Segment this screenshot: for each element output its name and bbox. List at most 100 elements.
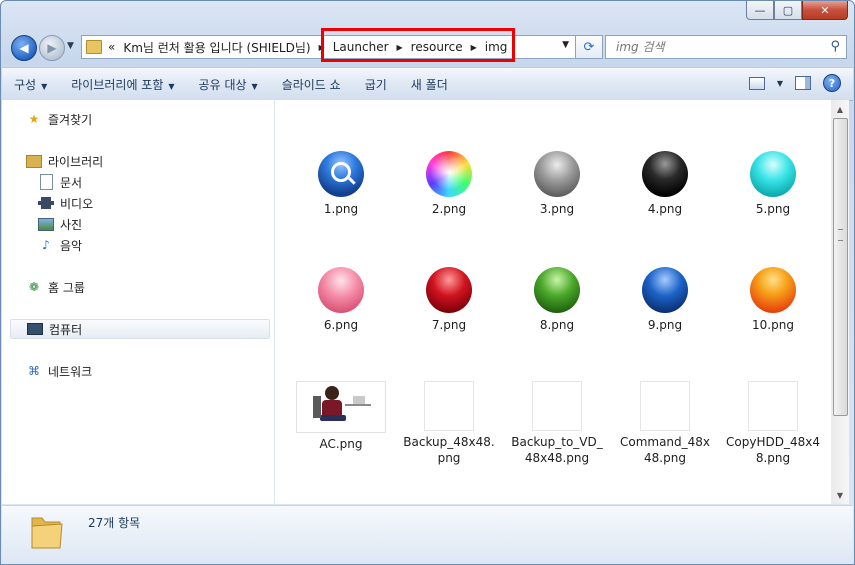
file-item[interactable]: 4.png: [617, 151, 713, 217]
file-item[interactable]: CopyHDD_48x48.png: [725, 382, 821, 466]
nav-label: 비디오: [60, 196, 94, 211]
breadcrumb-item-root[interactable]: Km님 런처 활용 입니다 (SHIELD님): [123, 39, 310, 56]
nav-item-computer[interactable]: 컴퓨터: [10, 319, 270, 339]
file-item[interactable]: AC.png: [293, 382, 389, 452]
new-folder-button[interactable]: 새 폴더: [399, 76, 460, 93]
burn-button[interactable]: 굽기: [353, 76, 399, 93]
scroll-down-icon[interactable]: ▼: [831, 488, 849, 502]
forward-button[interactable]: ▶: [39, 35, 65, 61]
nav-item-music[interactable]: ♪ 음악: [38, 235, 82, 255]
nav-item-documents[interactable]: 문서: [38, 172, 82, 192]
nav-label: 홈 그룹: [48, 280, 85, 295]
explorer-window: — ▢ ✕ ◀ ▶ ▼ « Km님 런처 활용 입니다 (SHIELD님) ▶ …: [0, 0, 855, 565]
share-with-menu[interactable]: 공유 대상 ▼: [187, 76, 270, 93]
slideshow-button[interactable]: 슬라이드 쇼: [270, 76, 353, 93]
nav-item-videos[interactable]: 비디오: [38, 193, 93, 213]
refresh-icon: ⟳: [583, 39, 595, 55]
scroll-thumb[interactable]: [833, 118, 848, 416]
file-item[interactable]: 8.png: [509, 267, 605, 333]
close-button[interactable]: ✕: [802, 1, 848, 20]
nav-label: 컴퓨터: [49, 322, 83, 337]
file-list: 1.png 2.png 3.png 4.png 5.png 6.png 7.pn…: [275, 100, 831, 504]
black-orb-icon: [642, 151, 688, 197]
breadcrumb-overflow[interactable]: «: [108, 40, 115, 54]
organize-menu[interactable]: 구성 ▼: [2, 76, 59, 93]
nav-item-favorites[interactable]: ★ 즐겨찾기: [26, 109, 93, 129]
arrow-right-icon: ▶: [47, 41, 57, 55]
search-input[interactable]: [614, 36, 818, 58]
cyan-orb-icon: [750, 151, 796, 197]
scroll-up-icon[interactable]: ▲: [831, 102, 849, 116]
organize-label: 구성: [14, 77, 37, 92]
magnifier-orb-icon: [318, 151, 364, 197]
file-item[interactable]: 1.png: [293, 151, 389, 217]
file-item[interactable]: 5.png: [725, 151, 821, 217]
change-view-icon[interactable]: [748, 76, 765, 90]
recent-pages-dropdown[interactable]: ▼: [67, 41, 74, 51]
file-name: 1.png: [323, 202, 359, 216]
minimize-button[interactable]: —: [746, 1, 774, 20]
picture-icon: [38, 216, 54, 232]
file-name: 6.png: [323, 318, 359, 332]
chevron-down-icon: ▼: [168, 81, 175, 91]
chevron-down-icon[interactable]: ▼: [777, 79, 783, 88]
file-item[interactable]: 2.png: [401, 151, 497, 217]
nav-label: 사진: [60, 217, 83, 232]
nav-item-libraries[interactable]: 라이브러리: [26, 151, 103, 171]
blank-thumbnail: [425, 382, 473, 430]
navigation-pane: ★ 즐겨찾기 라이브러리 문서 비디오 사진 ♪ 음악 ❁ 홈 그룹 컴퓨터 ⌘…: [2, 100, 275, 504]
details-pane: 27개 항목: [2, 505, 853, 564]
share-with-label: 공유 대상: [198, 77, 247, 92]
preview-pane-icon[interactable]: [795, 76, 811, 90]
file-name: 2.png: [431, 202, 467, 216]
rainbow-orb-icon: [426, 151, 472, 197]
document-icon: [38, 174, 54, 190]
blue-orb-icon: [642, 267, 688, 313]
search-icon[interactable]: ⚲: [830, 39, 840, 54]
nav-label: 문서: [60, 175, 83, 190]
file-item[interactable]: Backup_48x48.png: [401, 382, 497, 466]
pink-orb-icon: [318, 267, 364, 313]
file-name: AC.png: [319, 437, 363, 451]
include-in-library-menu[interactable]: 라이브러리에 포함 ▼: [59, 76, 186, 93]
nav-item-network[interactable]: ⌘ 네트워크: [26, 361, 92, 381]
chevron-down-icon: ▼: [251, 81, 258, 91]
network-icon: ⌘: [28, 364, 40, 378]
green-orb-icon: [534, 267, 580, 313]
file-name: 10.png: [752, 318, 794, 332]
file-item[interactable]: Command_48x48.png: [617, 382, 713, 466]
search-box[interactable]: ⚲: [605, 35, 847, 59]
arrow-left-icon: ◀: [19, 41, 29, 55]
file-item[interactable]: 10.png: [725, 267, 821, 333]
music-note-icon: ♪: [42, 238, 50, 252]
file-name: 8.png: [539, 318, 575, 332]
chevron-down-icon[interactable]: ▼: [562, 40, 569, 50]
gray-orb-icon: [534, 151, 580, 197]
file-item[interactable]: 3.png: [509, 151, 605, 217]
help-icon[interactable]: ?: [823, 74, 841, 92]
file-item[interactable]: 9.png: [617, 267, 713, 333]
photo-thumbnail: [297, 382, 385, 432]
refresh-button[interactable]: ⟳: [575, 35, 603, 59]
blank-thumbnail: [749, 382, 797, 430]
star-icon: ★: [28, 112, 40, 126]
chevron-down-icon: ▼: [41, 81, 48, 91]
maximize-button[interactable]: ▢: [774, 1, 802, 20]
nav-item-pictures[interactable]: 사진: [38, 214, 82, 234]
nav-item-homegroup[interactable]: ❁ 홈 그룹: [26, 277, 85, 297]
file-item[interactable]: 6.png: [293, 267, 389, 333]
back-button[interactable]: ◀: [11, 35, 37, 61]
nav-label: 네트워크: [48, 364, 93, 379]
file-item[interactable]: Backup_to_VD_48x48.png: [509, 382, 605, 466]
folder-icon: [86, 40, 102, 54]
library-icon: [26, 153, 42, 169]
red-orb-icon: [426, 267, 472, 313]
file-item[interactable]: 7.png: [401, 267, 497, 333]
vertical-scrollbar[interactable]: ▲ ▼: [831, 100, 849, 504]
file-name: 7.png: [431, 318, 467, 332]
film-icon: [38, 195, 54, 211]
caption-buttons: — ▢ ✕: [746, 1, 848, 20]
homegroup-icon: ❁: [28, 280, 40, 294]
file-name: 5.png: [755, 202, 791, 216]
item-count: 27개 항목: [88, 516, 141, 530]
